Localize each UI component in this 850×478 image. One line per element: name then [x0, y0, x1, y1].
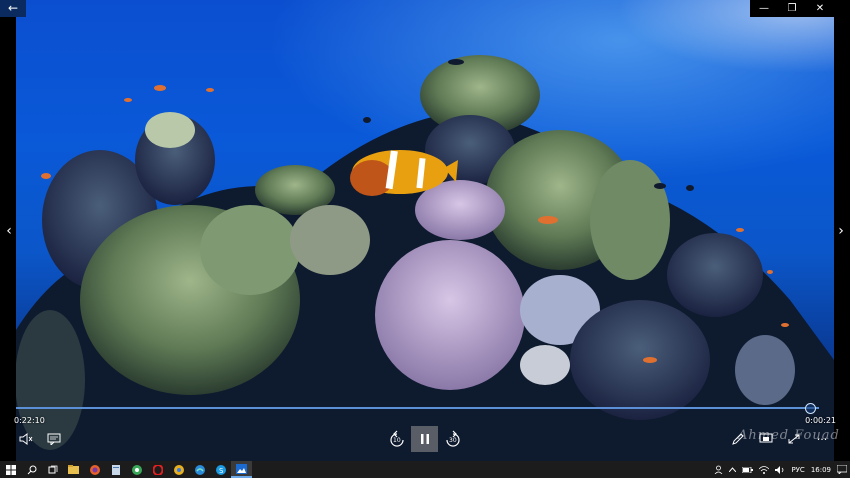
- pause-icon: [420, 434, 429, 444]
- taskbar: S РУС 16:09: [0, 461, 850, 478]
- taskbar-skype[interactable]: S: [210, 461, 231, 478]
- task-view-button[interactable]: [42, 461, 63, 478]
- skip-back-button[interactable]: 10: [387, 430, 407, 450]
- subtitles-icon: [47, 433, 61, 445]
- taskbar-photos[interactable]: [231, 461, 252, 478]
- firefox-icon: [89, 464, 100, 475]
- expand-icon: [788, 434, 800, 444]
- video-frame[interactable]: ← — ❐ ✕ ‹ › 0:22:10 0:00:21 10 30 Ahmed …: [0, 0, 850, 461]
- svg-text:S: S: [219, 467, 224, 475]
- fullscreen-button[interactable]: [786, 432, 802, 446]
- start-button[interactable]: [0, 461, 21, 478]
- maximize-button[interactable]: ❐: [778, 0, 806, 17]
- skype-icon: S: [215, 464, 226, 475]
- photos-icon: [236, 463, 247, 474]
- search-icon: [27, 465, 36, 474]
- system-tray: РУС 16:09: [711, 461, 850, 478]
- elapsed-time: 0:22:10: [14, 416, 45, 425]
- task-view-icon: [48, 465, 57, 473]
- next-video-button[interactable]: ›: [834, 222, 848, 240]
- wifi-icon: [759, 465, 770, 474]
- volume-button[interactable]: [18, 432, 34, 446]
- window-controls: — ❐ ✕: [750, 0, 834, 17]
- cast-icon: [759, 433, 773, 443]
- reef-scene: [15, 55, 834, 461]
- skip-forward-seconds: 30: [449, 437, 457, 444]
- taskbar-app[interactable]: [105, 461, 126, 478]
- taskbar-chrome[interactable]: [126, 461, 147, 478]
- chrome-icon: [131, 464, 142, 475]
- previous-video-button[interactable]: ‹: [2, 222, 16, 240]
- taskbar-search-button[interactable]: [21, 461, 42, 478]
- tray-volume[interactable]: [772, 461, 788, 478]
- tray-people-button[interactable]: [711, 461, 726, 478]
- taskbar-firefox[interactable]: [84, 461, 105, 478]
- opera-icon: [152, 464, 163, 475]
- windows-icon: [5, 464, 16, 475]
- taskbar-opera[interactable]: [147, 461, 168, 478]
- taskbar-edge[interactable]: [189, 461, 210, 478]
- tray-overflow-button[interactable]: [726, 461, 739, 478]
- tray-notifications-button[interactable]: [834, 461, 850, 478]
- back-button[interactable]: ←: [0, 0, 26, 17]
- chrome-icon: [173, 464, 184, 475]
- back-arrow-icon: ←: [7, 1, 19, 15]
- edge-icon: [194, 464, 205, 475]
- tray-battery[interactable]: [739, 461, 756, 478]
- pencil-icon: [732, 433, 744, 445]
- speaker-icon: [775, 465, 784, 474]
- people-icon: [715, 465, 723, 474]
- seek-bar[interactable]: [16, 407, 819, 409]
- video-player-window: ← — ❐ ✕ ‹ › 0:22:10 0:00:21 10 30 Ahmed …: [0, 0, 850, 478]
- file-explorer-icon: [68, 465, 79, 474]
- minimize-button[interactable]: —: [750, 0, 778, 17]
- tray-language[interactable]: РУС: [788, 461, 807, 478]
- skip-forward-button[interactable]: 30: [443, 430, 463, 450]
- taskbar-file-explorer[interactable]: [63, 461, 84, 478]
- tray-clock[interactable]: 16:09: [808, 461, 834, 478]
- volume-muted-icon: [19, 433, 33, 445]
- more-options-button[interactable]: ···: [814, 432, 830, 446]
- battery-icon: [742, 466, 754, 473]
- cast-button[interactable]: [758, 432, 774, 446]
- notifications-icon: [837, 465, 847, 474]
- remaining-time: 0:00:21: [805, 416, 836, 425]
- app-icon: [111, 464, 120, 475]
- skip-back-seconds: 10: [393, 437, 401, 444]
- tray-network[interactable]: [756, 461, 772, 478]
- edit-button[interactable]: [730, 432, 746, 446]
- play-pause-button[interactable]: [411, 426, 438, 452]
- chevron-up-icon: [729, 467, 737, 472]
- close-button[interactable]: ✕: [806, 0, 834, 17]
- taskbar-chrome-2[interactable]: [168, 461, 189, 478]
- subtitles-button[interactable]: [46, 432, 62, 446]
